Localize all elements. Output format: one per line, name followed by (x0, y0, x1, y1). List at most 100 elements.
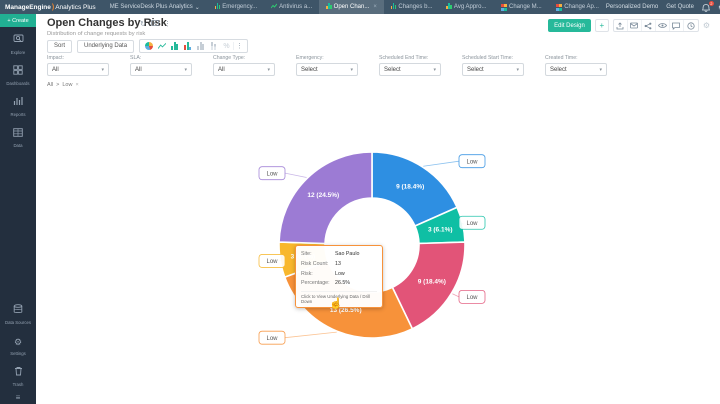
chevron-down-icon: ▾ (101, 66, 104, 73)
add-icon[interactable]: + (594, 19, 609, 32)
tab-4[interactable]: Avg Appro... (439, 0, 493, 14)
filter-4: Scheduled End Time: Select ▾ (379, 55, 441, 76)
settings-icon: ⚙ (13, 337, 23, 347)
more-icon[interactable]: ⋮ (164, 20, 171, 29)
workspace-selector[interactable]: ME ServiceDesk Plus Analytics ⌄ (102, 4, 208, 11)
edit-design-button[interactable]: Edit Design (548, 19, 591, 32)
tab-label: Changes b... (398, 4, 433, 10)
callout-text: Low (466, 295, 478, 301)
settings-icon[interactable]: ⚙ (703, 21, 710, 30)
email-icon[interactable] (628, 20, 642, 31)
filter-label: Scheduled End Time: (379, 55, 429, 61)
callout-label-1[interactable]: Low (458, 215, 486, 230)
callout-label-0[interactable]: Low (458, 154, 486, 169)
callout-text: Low (266, 171, 278, 177)
filter-label: Created Time: (545, 55, 578, 61)
filter-select[interactable]: All ▾ (130, 63, 192, 76)
sidebar-item-dashboards[interactable]: Dashboards (0, 58, 36, 89)
brand-logo[interactable]: ManageEngine ) Analytics Plus (0, 4, 102, 11)
filter-value: Select (301, 66, 318, 73)
sidebar-item-reports[interactable]: Reports (0, 89, 36, 120)
filter-1: SLA: All ▾ (130, 55, 192, 76)
personalized-demo-link[interactable]: Personalized Demo (606, 4, 658, 10)
chevron-down-icon: ▾ (267, 66, 270, 73)
bell-icon[interactable]: 2 (701, 0, 714, 12)
callout-text: Low (466, 159, 478, 165)
tab-2[interactable]: Open Chan... × (319, 0, 384, 14)
export-icon[interactable] (614, 20, 628, 31)
view-icon[interactable] (656, 20, 670, 31)
brand-bracket-icon: ) (51, 3, 55, 11)
tooltip-key: Site: (301, 251, 312, 257)
bar-chart-icon (390, 3, 397, 11)
gray-bar-chart-icon[interactable] (194, 40, 207, 52)
sidebar-item-settings[interactable]: ⚙ Settings (0, 328, 36, 359)
sidebar-item-trash[interactable]: Trash (0, 359, 36, 390)
breadcrumb-close-icon[interactable]: × (75, 82, 78, 88)
topbar: ManageEngine ) Analytics Plus ME Service… (0, 0, 720, 14)
filter-3: Emergency: Select ▾ (296, 55, 358, 76)
grid-icon (500, 3, 507, 11)
tab-5[interactable]: Change M... (494, 0, 549, 14)
filter-select[interactable]: Select ▾ (296, 63, 358, 76)
breadcrumb-current[interactable]: Low (62, 82, 72, 88)
tab-6[interactable]: Change Ap... (549, 0, 606, 14)
filter-select[interactable]: Select ▾ (462, 63, 524, 76)
filter-select[interactable]: Select ▾ (545, 63, 607, 76)
callout-label-4[interactable]: Low (258, 254, 286, 268)
underlying-data-button[interactable]: Underlying Data (77, 39, 135, 53)
filter-value: Select (550, 66, 567, 73)
callout-label-3[interactable]: Low (258, 330, 286, 345)
filter-select[interactable]: All ▾ (213, 63, 275, 76)
hamburger-icon[interactable]: ≡ (16, 390, 21, 404)
slice-value-label: 9 (18.4%) (418, 278, 446, 285)
sort-button[interactable]: Sort (47, 39, 73, 53)
callout-label-2[interactable]: Low (458, 289, 486, 304)
filter-select[interactable]: All ▾ (47, 63, 109, 76)
colored-bar-chart-icon[interactable] (181, 40, 194, 52)
chevron-down-icon: ▾ (433, 66, 436, 73)
refresh-icon[interactable]: ↻ (140, 20, 146, 29)
callout-text: Low (266, 259, 278, 265)
filter-value: Select (467, 66, 484, 73)
chevron-down-icon: ▾ (184, 66, 187, 73)
filter-label: Impact: (47, 55, 65, 61)
more-icon[interactable]: ⋮ (233, 42, 245, 50)
callout-line (423, 160, 460, 167)
breadcrumb-root[interactable]: All (47, 82, 53, 88)
bar-chart-icon (326, 3, 332, 11)
sidebar-bottom-items: Data Sources ⚙ Settings Trash (0, 297, 36, 390)
comment-icon[interactable] (670, 20, 684, 31)
slice-value-label: 9 (18.4%) (396, 184, 424, 191)
tab-close-icon[interactable]: × (373, 4, 377, 10)
trash-icon (14, 363, 23, 381)
tooltip-value: Sao Paulo (335, 251, 360, 257)
pie-chart-icon[interactable] (142, 40, 155, 52)
tab-1[interactable]: Antivirus a... (264, 0, 319, 14)
brand-part2: Analytics Plus (55, 3, 96, 11)
tooltip-key: Risk: (301, 270, 313, 277)
filter-value: All (52, 66, 59, 73)
sidebar-item-label: Explore (10, 50, 26, 55)
chevron-down-icon: ▾ (516, 66, 519, 73)
tab-3[interactable]: Changes b... (384, 0, 440, 14)
tab-label: Open Chan... (333, 4, 370, 10)
sidebar-item-data-sources[interactable]: Data Sources (0, 297, 36, 328)
share-icon[interactable] (642, 20, 656, 31)
filter-select[interactable]: Select ▾ (379, 63, 441, 76)
callout-label-5[interactable]: Low (258, 166, 286, 181)
get-quote-link[interactable]: Get Quote (666, 4, 694, 10)
line-chart-icon[interactable] (155, 40, 168, 52)
tab-0[interactable]: Emergency... (208, 0, 264, 14)
schedule-icon[interactable] (684, 20, 698, 31)
tooltip-value: 26.5% (335, 280, 351, 287)
stacked-chart-icon[interactable] (207, 40, 220, 52)
bar-chart-icon[interactable] (168, 40, 181, 52)
slideshow-icon[interactable] (150, 20, 159, 29)
percent-chart-icon[interactable]: % (220, 40, 233, 52)
sidebar-item-explore[interactable]: Explore (0, 27, 36, 58)
create-button[interactable]: + Create (0, 14, 36, 27)
slice-value-label: 12 (24.5%) (307, 192, 339, 199)
sidebar-item-data[interactable]: Data (0, 120, 36, 151)
filter-label: SLA: (130, 55, 142, 61)
